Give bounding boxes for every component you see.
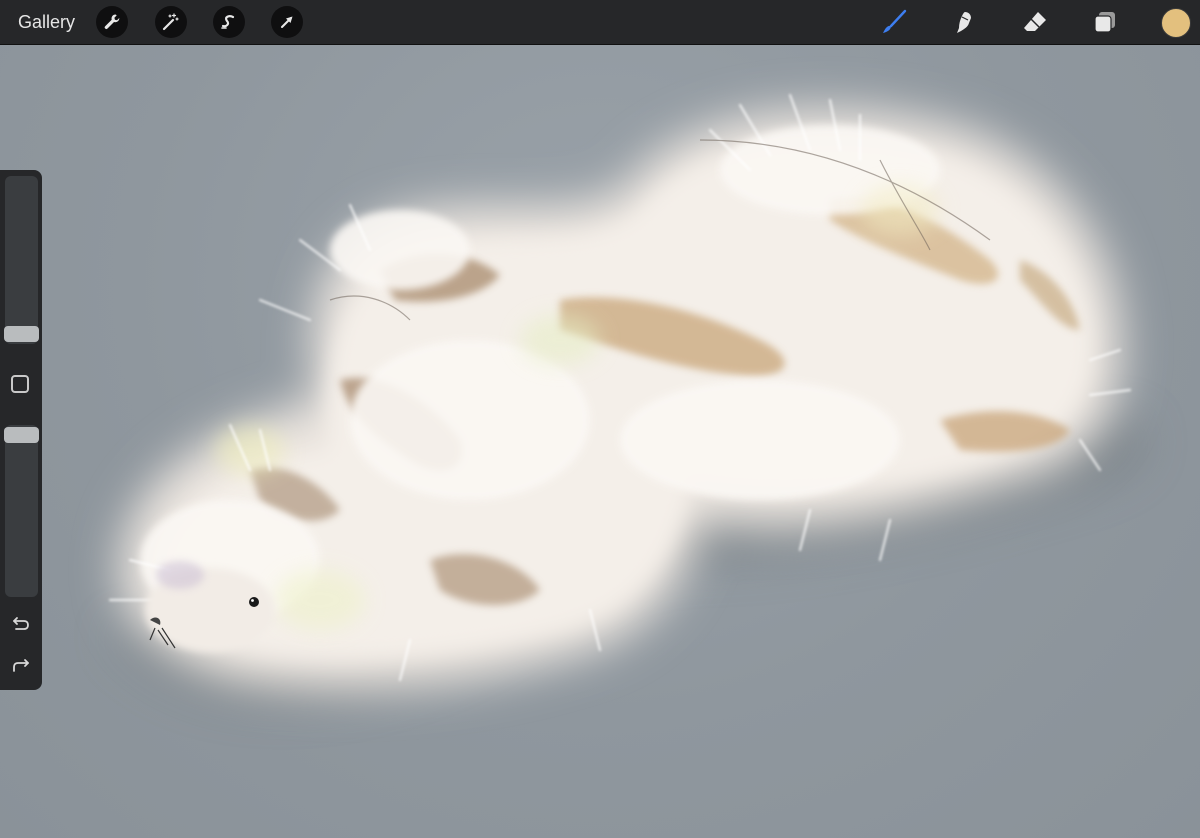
eraser-icon[interactable] (1020, 7, 1050, 37)
layers-icon[interactable] (1090, 7, 1120, 37)
drawing-canvas[interactable] (0, 45, 1200, 838)
top-toolbar: Gallery (0, 0, 1200, 45)
redo-icon[interactable] (9, 653, 33, 677)
selection-icon[interactable] (213, 6, 245, 38)
smudge-icon[interactable] (950, 7, 980, 37)
color-swatch[interactable] (1161, 8, 1191, 38)
brush-size-slider[interactable] (4, 176, 39, 344)
brush-size-thumb[interactable] (4, 326, 39, 342)
magic-wand-icon[interactable] (155, 6, 187, 38)
opacity-thumb[interactable] (4, 427, 39, 443)
modify-button[interactable] (11, 375, 29, 393)
opacity-slider[interactable] (4, 425, 39, 597)
transform-arrow-icon[interactable] (271, 6, 303, 38)
brush-icon[interactable] (879, 7, 909, 37)
fluffy-creature-painting (108, 93, 1144, 702)
left-sidebar (0, 170, 42, 690)
undo-icon[interactable] (9, 611, 33, 635)
wrench-icon[interactable] (96, 6, 128, 38)
gallery-button[interactable]: Gallery (18, 11, 75, 33)
